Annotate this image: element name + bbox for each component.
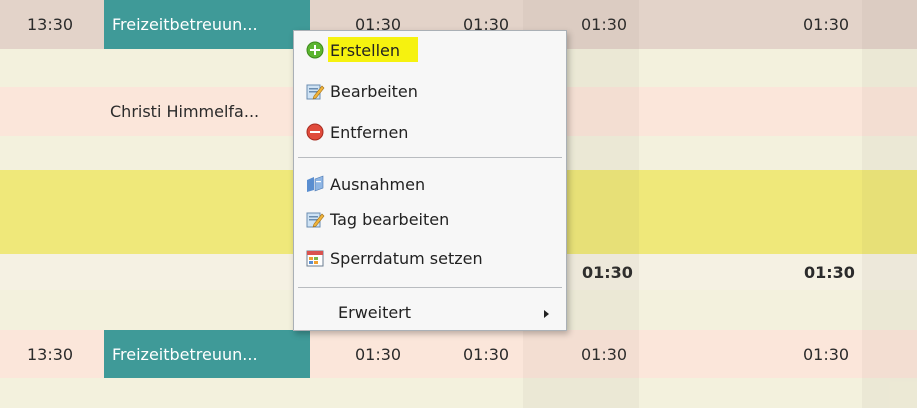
green-plus-icon [305, 40, 325, 60]
duration-cell: 01:30 [803, 15, 850, 34]
menu-item-entfernen[interactable]: Entfernen [294, 115, 566, 149]
total-cell: 01:30 [582, 262, 633, 282]
duration-cell: 01:30 [803, 344, 850, 364]
time-cell: 13:30 [27, 15, 74, 34]
duration-cell: 01:30 [355, 344, 402, 364]
menu-item-tag-bearbeiten[interactable]: Tag bearbeiten [294, 202, 566, 236]
menu-item-erstellen[interactable]: Erstellen [294, 33, 566, 67]
duration-cell: 01:30 [581, 15, 628, 34]
menu-item-label: Bearbeiten [330, 81, 418, 101]
context-menu: Erstellen Bearbeiten Entfernen Ausnahmen… [293, 30, 567, 331]
person-name: Christi Himmelfa... [110, 102, 260, 121]
menu-separator [298, 287, 562, 288]
total-cell: 01:30 [804, 262, 855, 282]
duration-cell: 01:30 [463, 344, 510, 364]
menu-item-label: Erstellen [330, 40, 401, 60]
menu-item-label: Tag bearbeiten [330, 209, 450, 229]
submenu-arrow-icon [544, 310, 549, 318]
menu-item-ausnahmen[interactable]: Ausnahmen [294, 167, 566, 201]
menu-separator [298, 157, 562, 158]
table-row [0, 378, 917, 408]
edit-day-icon [305, 209, 325, 229]
menu-item-label: Entfernen [330, 122, 409, 142]
menu-item-sperrdatum-setzen[interactable]: Sperrdatum setzen [294, 241, 566, 275]
red-minus-icon [305, 122, 325, 142]
time-cell: 13:30 [27, 344, 74, 364]
task-cell[interactable]: Freizeitbetreuun... [104, 0, 310, 49]
menu-item-erweitert[interactable]: Erweitert [294, 295, 566, 329]
duration-cell: 01:30 [581, 344, 628, 364]
menu-item-label: Erweitert [338, 302, 412, 322]
task-cell[interactable]: Freizeitbetreuun... [104, 330, 310, 378]
menu-item-label: Sperrdatum setzen [330, 248, 483, 268]
lock-date-icon [305, 248, 325, 268]
menu-item-bearbeiten[interactable]: Bearbeiten [294, 74, 566, 108]
table-row[interactable]: 13:30 Freizeitbetreuun... 01:30 01:30 01… [0, 330, 917, 378]
edit-pencil-icon [305, 81, 325, 101]
exceptions-icon [305, 174, 325, 194]
menu-item-label: Ausnahmen [330, 174, 426, 194]
